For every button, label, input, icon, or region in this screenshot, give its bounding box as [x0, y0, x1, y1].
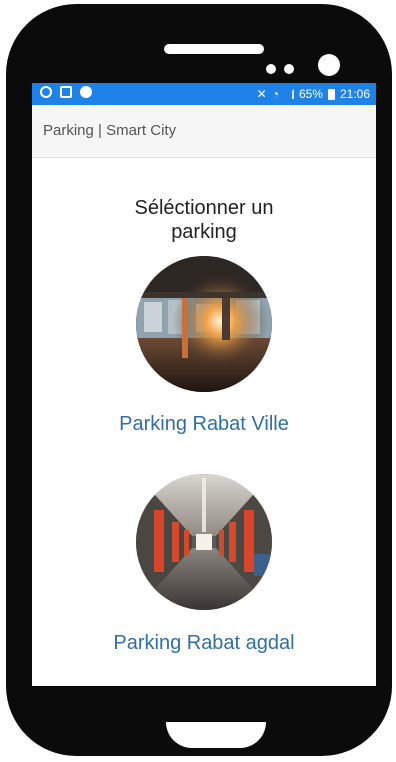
phone-speaker — [164, 44, 264, 54]
clock: 21:06 — [339, 87, 370, 101]
wifi-icon: ◔ — [271, 87, 279, 101]
battery-icon — [327, 88, 335, 100]
page-heading: Séléctionner un parking — [134, 197, 274, 243]
parking-link-rabat-agdal[interactable]: Parking Rabat agdal — [104, 632, 304, 655]
parking-image-rabat-agdal[interactable] — [136, 474, 272, 610]
parking-link-rabat-ville[interactable]: Parking Rabat Ville — [104, 413, 304, 436]
screen: ✕ ◔ 65% 21:06 Parking | Smart City Séléc… — [32, 83, 376, 686]
app-bar: Parking | Smart City — [32, 105, 376, 158]
parking-image-rabat-ville[interactable] — [136, 256, 272, 392]
mute-icon: ✕ — [256, 87, 267, 101]
message-icon — [80, 86, 92, 98]
status-bar: ✕ ◔ 65% 21:06 — [32, 83, 376, 105]
whatsapp-icon — [40, 86, 52, 98]
signal-icon — [284, 89, 294, 99]
gallery-icon — [60, 86, 72, 98]
app-title: Parking | Smart City — [43, 122, 177, 139]
sensor-dot — [266, 64, 276, 74]
battery-level: 65% — [298, 87, 323, 101]
front-camera — [318, 54, 340, 76]
home-button[interactable] — [166, 722, 266, 748]
sensor-dot — [284, 64, 294, 74]
